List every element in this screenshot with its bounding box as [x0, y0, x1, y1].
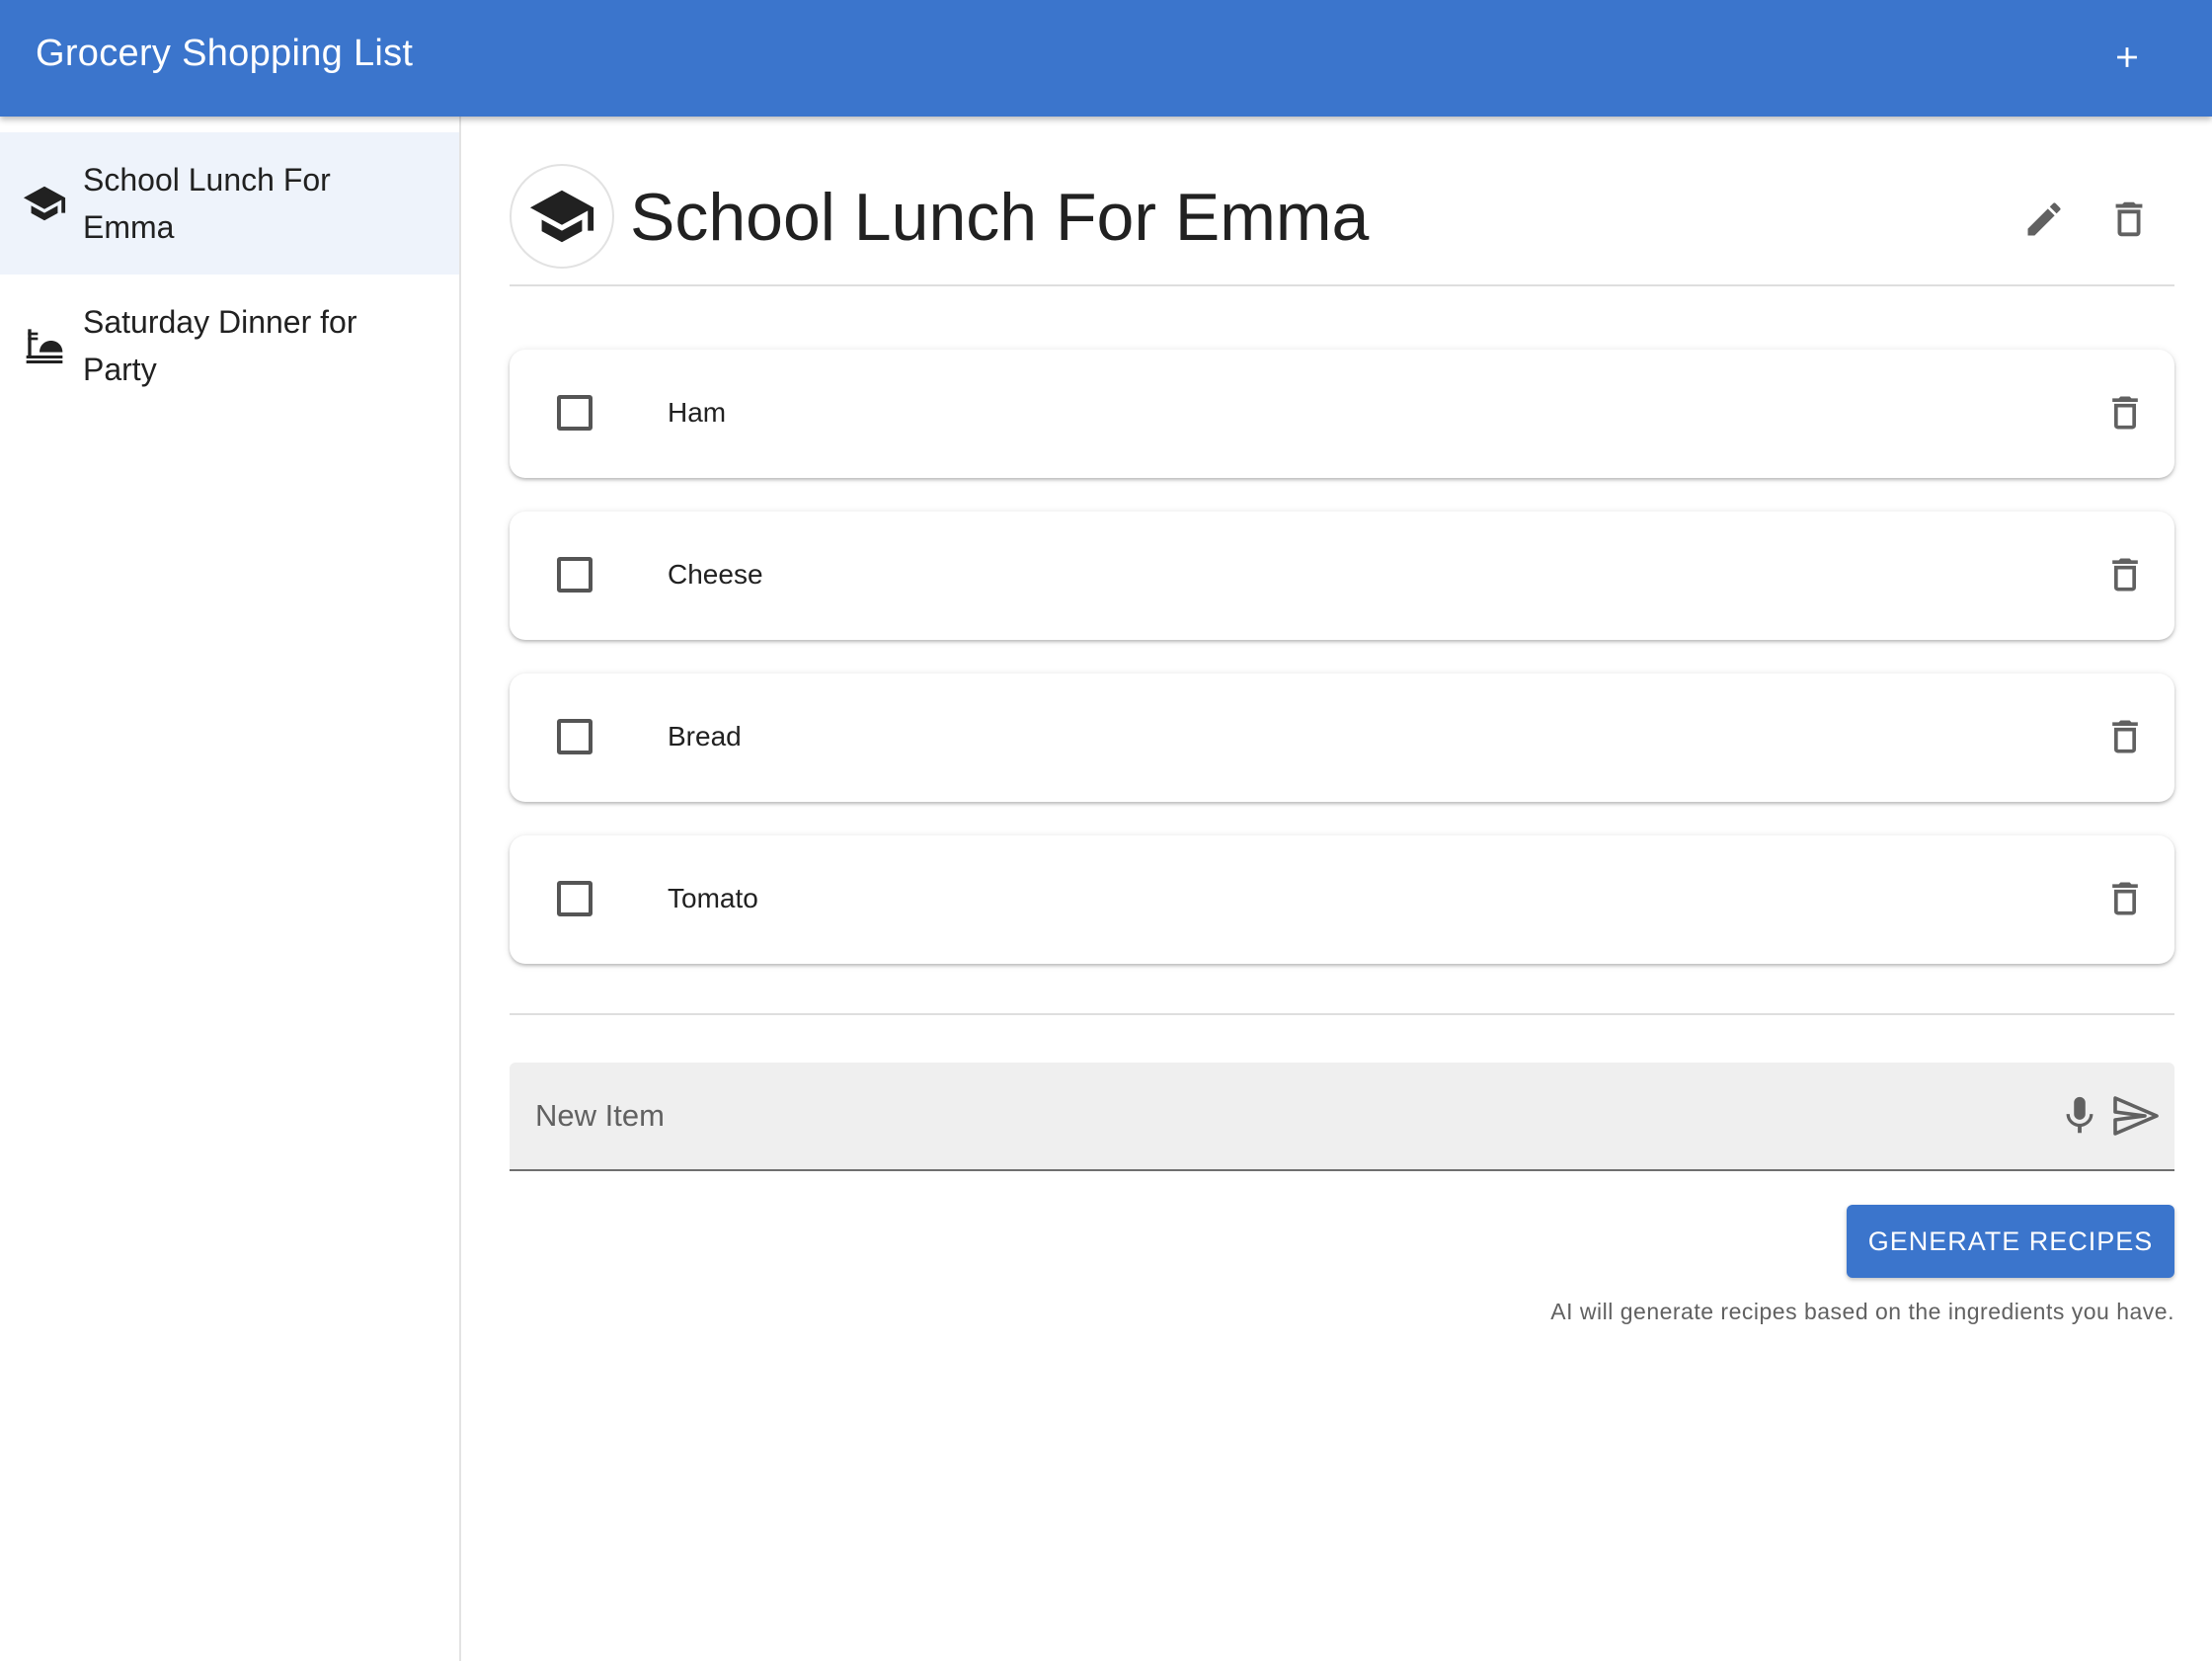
header-divider: [510, 284, 2174, 286]
trash-icon: [2112, 882, 2138, 915]
item-label: Bread: [668, 721, 742, 751]
send-icon: [2113, 1096, 2159, 1136]
new-item-input[interactable]: [533, 1088, 2014, 1144]
item-checkbox[interactable]: [557, 881, 592, 916]
list-item: Cheese: [510, 512, 2174, 640]
delete-list-button[interactable]: [2097, 188, 2161, 251]
generate-helper-text: AI will generate recipes based on the in…: [1550, 1299, 2174, 1324]
edit-list-button[interactable]: [2013, 188, 2076, 251]
item-checkbox[interactable]: [557, 557, 592, 593]
sidebar-item-label: School Lunch For Emma: [83, 162, 331, 245]
list-item: Bread: [510, 673, 2174, 802]
delete-item-button[interactable]: [2095, 707, 2155, 766]
sidebar-item-school-lunch[interactable]: School Lunch For Emma: [0, 132, 459, 275]
pencil-icon: [2027, 202, 2061, 236]
list-item: Ham: [510, 350, 2174, 478]
item-label: Ham: [668, 397, 727, 428]
item-label: Tomato: [668, 883, 758, 913]
list-avatar: [510, 164, 614, 269]
dinner-icon: [22, 323, 67, 368]
sidebar: School Lunch For Emma Saturday Dinner fo…: [0, 117, 461, 1661]
app-bar: Grocery Shopping List: [0, 0, 2212, 117]
sidebar-item-saturday-dinner[interactable]: Saturday Dinner for Party: [0, 275, 459, 417]
items-divider: [510, 1013, 2174, 1015]
list-item: Tomato: [510, 835, 2174, 964]
voice-input-button[interactable]: [2052, 1086, 2107, 1146]
delete-item-button[interactable]: [2095, 383, 2155, 442]
graduation-cap-icon: [529, 190, 594, 243]
delete-item-button[interactable]: [2095, 869, 2155, 928]
new-item-field: [510, 1063, 2174, 1171]
page-title: School Lunch For Emma: [630, 180, 1370, 255]
item-label: Cheese: [668, 559, 763, 590]
generate-recipes-button[interactable]: GENERATE RECIPES: [1847, 1205, 2174, 1278]
trash-icon: [2115, 201, 2143, 237]
send-item-button[interactable]: [2107, 1086, 2163, 1146]
delete-item-button[interactable]: [2095, 545, 2155, 604]
app-title: Grocery Shopping List: [36, 33, 414, 74]
graduation-cap-icon: [22, 181, 67, 226]
item-checkbox[interactable]: [557, 395, 592, 431]
trash-icon: [2112, 396, 2138, 430]
item-checkbox[interactable]: [557, 719, 592, 754]
sidebar-item-label: Saturday Dinner for Party: [83, 304, 357, 387]
microphone-icon: [2066, 1096, 2094, 1134]
main-content: School Lunch For Emma Ham Cheese Bread T…: [510, 117, 2174, 1661]
trash-icon: [2112, 720, 2138, 753]
trash-icon: [2112, 558, 2138, 592]
add-list-button[interactable]: [2092, 22, 2163, 93]
plus-icon: [2117, 47, 2137, 67]
